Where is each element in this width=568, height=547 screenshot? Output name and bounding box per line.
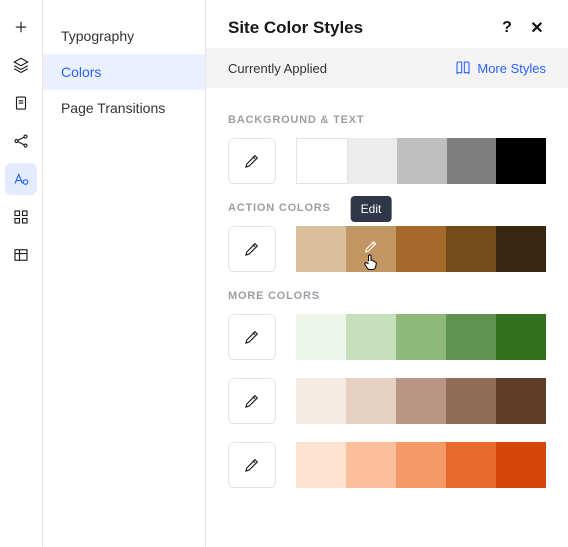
- swatches-bgtext: [296, 138, 546, 184]
- swatch[interactable]: [446, 442, 496, 488]
- swatch[interactable]: [296, 442, 346, 488]
- swatch[interactable]: [496, 226, 546, 272]
- swatch[interactable]: [446, 378, 496, 424]
- edit-tooltip: Edit: [351, 196, 392, 222]
- panel-body: BACKGROUND & TEXT ACTION COLORS Edit: [206, 88, 568, 528]
- swatch[interactable]: [396, 378, 446, 424]
- swatch[interactable]: [496, 138, 546, 184]
- swatch[interactable]: Edit: [346, 226, 396, 272]
- edit-button-action[interactable]: [228, 226, 276, 272]
- swatch[interactable]: [446, 226, 496, 272]
- more-styles-link[interactable]: More Styles: [455, 60, 546, 76]
- swatch[interactable]: [296, 138, 348, 184]
- swatches-more-0: [296, 314, 546, 360]
- swatches-action: Edit: [296, 226, 546, 272]
- page-icon[interactable]: [5, 87, 37, 119]
- swatch[interactable]: [396, 314, 446, 360]
- palette-row-bgtext: [228, 138, 546, 184]
- subnav-item-colors[interactable]: Colors: [43, 54, 205, 90]
- swatch[interactable]: [396, 226, 446, 272]
- swatch[interactable]: [296, 314, 346, 360]
- panel-title: Site Color Styles: [228, 18, 363, 38]
- swatch[interactable]: [296, 226, 346, 272]
- swatch[interactable]: [396, 442, 446, 488]
- section-label-bgtext: BACKGROUND & TEXT: [228, 114, 546, 126]
- swatch[interactable]: [446, 314, 496, 360]
- section-label-more: MORE COLORS: [228, 290, 546, 302]
- swatch[interactable]: [496, 442, 546, 488]
- share-icon[interactable]: [5, 125, 37, 157]
- book-icon: [455, 60, 471, 76]
- edit-button-more-1[interactable]: [228, 378, 276, 424]
- subnav: Typography Colors Page Transitions: [43, 0, 206, 547]
- grid-icon[interactable]: [5, 201, 37, 233]
- applied-bar: Currently Applied More Styles: [206, 48, 568, 88]
- swatches-more-2: [296, 442, 546, 488]
- swatch[interactable]: [496, 378, 546, 424]
- help-icon[interactable]: ?: [498, 19, 516, 37]
- palette-row-more-2: [228, 442, 546, 488]
- swatch[interactable]: [397, 138, 447, 184]
- panel: Site Color Styles ? ✕ Currently Applied …: [206, 0, 568, 547]
- palette-row-more-1: [228, 378, 546, 424]
- close-icon[interactable]: ✕: [528, 19, 546, 37]
- table-icon[interactable]: [5, 239, 37, 271]
- panel-header: Site Color Styles ? ✕: [206, 0, 568, 48]
- swatch[interactable]: [296, 378, 346, 424]
- swatch[interactable]: [447, 138, 497, 184]
- subnav-item-page-transitions[interactable]: Page Transitions: [43, 90, 205, 126]
- swatch[interactable]: [346, 378, 396, 424]
- more-styles-label: More Styles: [477, 61, 546, 76]
- swatch[interactable]: [496, 314, 546, 360]
- edit-button-bgtext[interactable]: [228, 138, 276, 184]
- swatch[interactable]: [346, 314, 396, 360]
- text-style-icon[interactable]: [5, 163, 37, 195]
- edit-button-more-2[interactable]: [228, 442, 276, 488]
- icon-rail: [0, 0, 43, 547]
- swatch[interactable]: [348, 138, 398, 184]
- add-icon[interactable]: [5, 11, 37, 43]
- layers-icon[interactable]: [5, 49, 37, 81]
- currently-applied-label: Currently Applied: [228, 61, 327, 76]
- swatches-more-1: [296, 378, 546, 424]
- subnav-item-typography[interactable]: Typography: [43, 18, 205, 54]
- swatch[interactable]: [346, 442, 396, 488]
- palette-row-action: Edit: [228, 226, 546, 272]
- edit-button-more-0[interactable]: [228, 314, 276, 360]
- cursor-hand-icon: [361, 252, 381, 277]
- palette-row-more-0: [228, 314, 546, 360]
